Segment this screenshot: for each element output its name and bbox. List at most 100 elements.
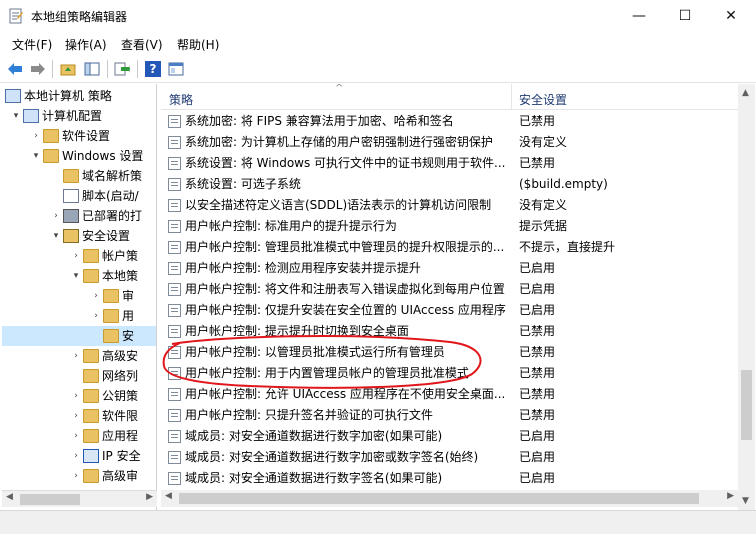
expand-arrow-icon[interactable]: ▾ (50, 226, 62, 246)
tree-item-label: 审 (122, 289, 135, 303)
back-arrow-icon[interactable] (5, 59, 25, 79)
tree-item-label: Windows 设置 (62, 149, 144, 163)
collapse-arrow-icon[interactable]: › (70, 446, 82, 466)
maximize-button[interactable]: ☐ (662, 0, 708, 32)
policy-setting-icon (168, 451, 181, 464)
scroll-down-arrow-icon[interactable]: ▼ (742, 496, 749, 506)
scroll-left-arrow-icon[interactable]: ◀ (165, 491, 172, 501)
list-horizontal-scrollbar[interactable]: ◀ ▶ (161, 490, 738, 507)
policy-row[interactable]: 用户帐户控制: 以管理员批准模式运行所有管理员 已禁用 (161, 342, 738, 363)
scroll-right-arrow-icon[interactable]: ▶ (146, 492, 153, 502)
tree-item-label: 已部署的打 (82, 209, 143, 223)
toolbar: ? (0, 55, 756, 83)
folder-icon (83, 349, 99, 363)
policy-row[interactable]: 域成员: 对安全通道数据进行数字加密或数字签名(始终) 已启用 (161, 447, 738, 468)
expand-arrow-icon[interactable]: ▾ (30, 146, 42, 166)
policy-setting-value: 已禁用 (519, 408, 556, 422)
show-hide-tree-icon[interactable] (82, 59, 102, 79)
collapse-arrow-icon[interactable]: › (70, 386, 82, 406)
menu-file[interactable]: 文件(F) (12, 36, 52, 53)
policy-setting-icon (168, 367, 181, 380)
policy-list-pane: ^ 策略 安全设置 系统加密: 将 FIPS 兼容算法用于加密、哈希和签名 已禁用… (161, 84, 738, 510)
tree-item-label: 安全设置 (82, 229, 131, 243)
policy-row[interactable]: 域成员: 对安全通道数据进行数字加密(如果可能) 已启用 (161, 426, 738, 447)
collapse-arrow-icon[interactable]: › (70, 426, 82, 446)
policy-setting-value: 已禁用 (519, 366, 556, 380)
policy-row[interactable]: 用户帐户控制: 检测应用程序安装并提示提升 已启用 (161, 258, 738, 279)
menu-view[interactable]: 查看(V) (121, 36, 163, 53)
minimize-button[interactable]: — (616, 0, 662, 32)
up-folder-icon[interactable] (58, 59, 78, 79)
ip-security-icon (83, 449, 99, 463)
tree-item[interactable]: 安 (2, 326, 156, 346)
policy-name: 用户帐户控制: 允许 UIAccess 应用程序在不使用安全桌面... (185, 387, 506, 401)
scroll-thumb[interactable] (20, 494, 80, 505)
policy-row[interactable]: 用户帐户控制: 允许 UIAccess 应用程序在不使用安全桌面... 已禁用 (161, 384, 738, 405)
policy-setting-value: 没有定义 (519, 135, 568, 149)
policy-row[interactable]: 系统设置: 可选子系统 ($build.empty) (161, 174, 738, 195)
collapse-arrow-icon[interactable]: › (50, 206, 62, 226)
tree-item-label: 安 (122, 329, 135, 343)
collapse-arrow-icon[interactable]: › (70, 346, 82, 366)
menu-action[interactable]: 操作(A) (65, 36, 107, 53)
tree-horizontal-scrollbar[interactable]: ◀ ▶ (2, 490, 157, 507)
policy-name: 系统设置: 可选子系统 (185, 177, 301, 191)
help-icon[interactable]: ? (143, 59, 163, 79)
column-header-policy[interactable]: 策略 (169, 91, 193, 108)
policy-row[interactable]: 用户帐户控制: 仅提升安装在安全位置的 UIAccess 应用程序 已启用 (161, 300, 738, 321)
forward-arrow-icon[interactable] (28, 59, 48, 79)
tree-item-label: 高级安 (102, 349, 139, 363)
monitor-icon (23, 109, 39, 123)
list-vertical-scrollbar[interactable]: ▲ ▼ (738, 84, 755, 510)
policy-row[interactable]: 域成员: 对安全通道数据进行数字签名(如果可能) 已启用 (161, 468, 738, 489)
export-list-icon[interactable] (112, 59, 132, 79)
scroll-thumb[interactable] (179, 493, 699, 504)
collapse-arrow-icon[interactable]: › (30, 126, 42, 146)
tree-item-label: 公钥策 (102, 389, 139, 403)
policy-row[interactable]: 系统设置: 将 Windows 可执行文件中的证书规则用于软件... 已禁用 (161, 153, 738, 174)
folder-icon (83, 389, 99, 403)
expand-arrow-icon[interactable]: ▾ (70, 266, 82, 286)
policy-setting-value: 已启用 (519, 282, 556, 296)
policy-setting-icon (168, 178, 181, 191)
collapse-arrow-icon[interactable]: › (70, 406, 82, 426)
policy-row[interactable]: 系统加密: 为计算机上存储的用户密钥强制进行强密钥保护 没有定义 (161, 132, 738, 153)
column-header-setting[interactable]: 安全设置 (519, 91, 567, 108)
policy-row[interactable]: 用户帐户控制: 提示提升时切换到安全桌面 已禁用 (161, 321, 738, 342)
policy-setting-icon (168, 304, 181, 317)
policy-row[interactable]: 用户帐户控制: 标准用户的提升提示行为 提示凭据 (161, 216, 738, 237)
expand-arrow-icon[interactable]: ▾ (10, 106, 22, 126)
policy-editor-app-icon (9, 8, 23, 24)
collapse-arrow-icon[interactable]: › (70, 246, 82, 266)
collapse-arrow-icon[interactable]: › (90, 286, 102, 306)
scroll-right-arrow-icon[interactable]: ▶ (727, 491, 734, 501)
scroll-up-arrow-icon[interactable]: ▲ (742, 88, 749, 98)
tree-item-label: 网络列 (102, 369, 139, 383)
policy-name: 用户帐户控制: 将文件和注册表写入错误虚拟化到每用户位置 (185, 282, 505, 296)
policy-name: 系统加密: 将 FIPS 兼容算法用于加密、哈希和签名 (185, 114, 454, 128)
policy-row[interactable]: 用户帐户控制: 用于内置管理员帐户的管理员批准模式 已禁用 (161, 363, 738, 384)
folder-icon (83, 369, 99, 383)
policy-row[interactable]: 用户帐户控制: 只提升签名并验证的可执行文件 已禁用 (161, 405, 738, 426)
policy-row[interactable]: 以安全描述符定义语言(SDDL)语法表示的计算机访问限制 没有定义 (161, 195, 738, 216)
policy-setting-icon (168, 388, 181, 401)
policy-row[interactable]: 用户帐户控制: 管理员批准模式中管理员的提升权限提示的... 不提示，直接提升 (161, 237, 738, 258)
collapse-arrow-icon[interactable]: › (70, 466, 82, 486)
policy-setting-icon (168, 325, 181, 338)
policy-setting-value: 已禁用 (519, 114, 556, 128)
scroll-left-arrow-icon[interactable]: ◀ (6, 492, 13, 502)
policy-name: 系统加密: 为计算机上存储的用户密钥强制进行强密钥保护 (185, 135, 493, 149)
tree-item-label: 本地策 (102, 269, 139, 283)
collapse-arrow-icon[interactable]: › (90, 306, 102, 326)
scroll-thumb[interactable] (741, 370, 752, 440)
list-header: ^ 策略 安全设置 (161, 84, 738, 110)
policy-setting-value: 已禁用 (519, 324, 556, 338)
folder-icon (83, 269, 99, 283)
policy-setting-value: 已禁用 (519, 387, 556, 401)
tree-item-label: 软件设置 (62, 129, 111, 143)
close-button[interactable]: ✕ (708, 0, 754, 32)
policy-row[interactable]: 系统加密: 将 FIPS 兼容算法用于加密、哈希和签名 已禁用 (161, 111, 738, 132)
menu-help[interactable]: 帮助(H) (177, 36, 219, 53)
properties-icon[interactable] (166, 59, 186, 79)
policy-row[interactable]: 用户帐户控制: 将文件和注册表写入错误虚拟化到每用户位置 已启用 (161, 279, 738, 300)
